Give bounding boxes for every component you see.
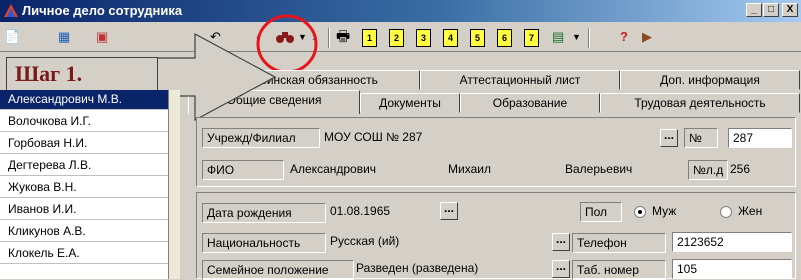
separator [328, 28, 330, 48]
tab-number-label: Таб. номер [572, 260, 666, 280]
number-field[interactable]: 287 [728, 128, 792, 148]
list-scrollbar[interactable] [168, 90, 180, 279]
calendar-button[interactable]: ... [440, 202, 458, 220]
list-item[interactable]: Горбовая Н.И. [0, 134, 168, 154]
first-name-field[interactable]: Михаил [448, 160, 548, 180]
doc-button-5[interactable]: 5 [470, 29, 485, 47]
branch-label: Учрежд/Филиал [202, 128, 320, 148]
tab-documents[interactable]: Документы [360, 93, 460, 113]
tab-education[interactable]: Образование [460, 93, 600, 113]
nationality-label: Национальность [202, 233, 326, 253]
tab-number-field[interactable]: 105 [672, 259, 792, 279]
marital-status-label: Семейное положение [202, 260, 354, 280]
doc-button-4[interactable]: 4 [443, 29, 458, 47]
app-icon [4, 4, 18, 17]
list-item[interactable]: Жукова В.Н. [0, 178, 168, 198]
birth-date-field[interactable]: 01.08.1965 [330, 202, 410, 222]
doc-button-7[interactable]: 7 [524, 29, 539, 47]
title-bar: Личное дело сотрудника _ □ X [0, 0, 801, 22]
nationality-field[interactable]: Русская (ий) [330, 232, 530, 252]
doc-button-1[interactable]: 1 [362, 29, 377, 47]
number-label: № [684, 128, 718, 148]
help-icon[interactable]: ? [620, 29, 628, 45]
sex-label: Пол [580, 202, 622, 222]
tab-extra-info[interactable]: Доп. информация [620, 70, 800, 90]
minimize-button[interactable]: _ [746, 3, 762, 17]
file-number-label: №л.д [688, 160, 728, 180]
sex-female-label[interactable]: Жен [738, 202, 778, 222]
step-callout: Шаг 1. [6, 57, 158, 93]
phone-field[interactable]: 2123652 [672, 232, 792, 252]
list-item[interactable]: Дегтерева Л.В. [0, 156, 168, 176]
print-icon[interactable]: 🖶 [336, 29, 350, 45]
doc-button-6[interactable]: 6 [497, 29, 512, 47]
window-title: Личное дело сотрудника [22, 3, 183, 18]
patronymic-field[interactable]: Валерьевич [565, 160, 675, 180]
sex-male-radio[interactable] [634, 206, 646, 218]
branch-value: МОУ СОШ № 287 [324, 130, 423, 144]
doc-button-2[interactable]: 2 [389, 29, 404, 47]
doc-button-3[interactable]: 3 [416, 29, 431, 47]
maximize-button[interactable]: □ [763, 3, 779, 17]
employee-list: Александрович М.В. Волочкова И.Г. Горбов… [0, 90, 180, 279]
list-item[interactable]: Клокель Е.А. [0, 244, 168, 264]
step-label: Шаг 1. [15, 61, 83, 86]
marital-status-select-button[interactable]: ... [552, 260, 570, 278]
marital-status-field[interactable]: Разведен (разведена) [356, 259, 546, 279]
branch-select-button[interactable]: ... [660, 129, 678, 147]
fio-label: ФИО [202, 160, 284, 180]
birth-date-label: Дата рождения [202, 203, 326, 223]
sex-female-radio[interactable] [720, 206, 732, 218]
tab-attestation[interactable]: Аттестационный лист [420, 70, 620, 90]
sex-male-label[interactable]: Муж [652, 202, 692, 222]
list-item[interactable]: Волочкова И.Г. [0, 112, 168, 132]
report-dropdown-icon[interactable]: ▼ [572, 29, 581, 45]
list-item[interactable]: Иванов И.И. [0, 200, 168, 220]
list-item[interactable]: Александрович М.В. [0, 90, 168, 110]
tab-employment[interactable]: Трудовая деятельность [600, 93, 800, 113]
last-name-field[interactable]: Александрович [290, 160, 430, 180]
separator [588, 28, 590, 48]
exit-icon[interactable]: ▶ [642, 29, 652, 45]
report-icon[interactable]: ▤ [552, 29, 564, 45]
file-number-field[interactable]: 256 [730, 160, 790, 180]
nationality-select-button[interactable]: ... [552, 233, 570, 251]
phone-label: Телефон [572, 233, 666, 253]
list-item[interactable]: Кликунов А.В. [0, 222, 168, 242]
close-button[interactable]: X [782, 3, 798, 17]
